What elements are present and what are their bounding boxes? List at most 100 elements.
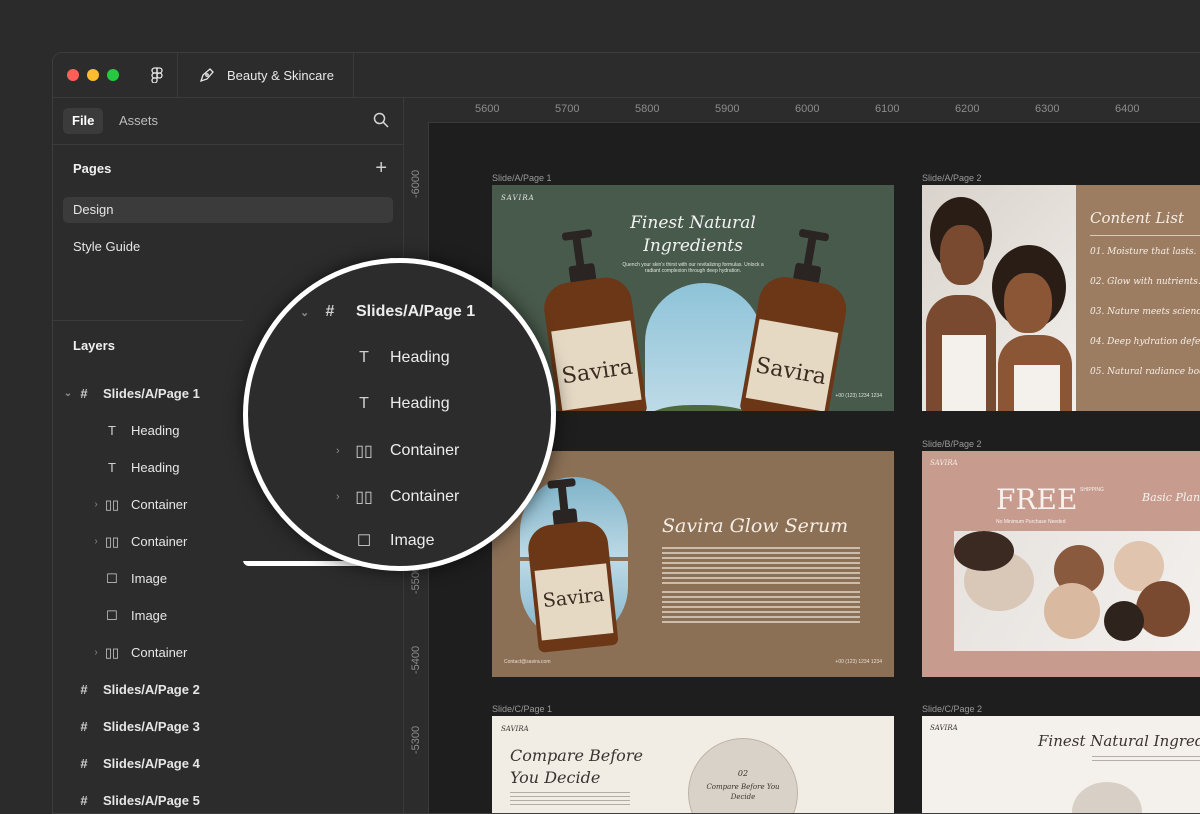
layer-item[interactable]: T Heading — [103, 456, 179, 480]
content-list-item: 05. Natural radiance boost. — [1090, 367, 1200, 377]
ruler-tick: -6000 — [410, 169, 422, 199]
layer-label: Slides/A/Page 4 — [103, 756, 200, 771]
container-icon: ▯▯ — [355, 489, 373, 506]
text-icon: T — [359, 395, 369, 412]
slide-brand: SAVIRA — [930, 724, 958, 732]
slide-title: Finest Natural Ingredients — [1038, 732, 1200, 750]
frame-icon: # — [80, 719, 88, 734]
layer-item[interactable]: T Heading — [103, 419, 179, 443]
slide-phone: +00 (123) 1234 1234 — [835, 659, 882, 665]
slide-b1[interactable]: Savira Savira Glow Serum Contact@savira.… — [492, 451, 894, 677]
ruler-tick: -5300 — [410, 725, 422, 755]
container-icon: ▯▯ — [104, 645, 120, 660]
page-item-style-guide[interactable]: Style Guide — [63, 234, 393, 260]
layer-label: Container — [131, 534, 188, 549]
layer-item[interactable]: # Slides/A/Page 3 — [61, 715, 200, 739]
slide-brand: SAVIRA — [930, 459, 958, 467]
layer-label: Slides/A/Page 3 — [103, 719, 200, 734]
zoom-layer-label: Heading — [390, 349, 450, 366]
image-icon: ☐ — [106, 608, 118, 623]
zoom-layer-label: Slides/A/Page 1 — [356, 303, 476, 320]
layer-item[interactable]: # Slides/A/Page 5 — [61, 789, 200, 813]
zoom-layer-label: Container — [390, 442, 460, 459]
layer-item[interactable]: › ▯▯ Container — [89, 493, 187, 517]
tab-assets[interactable]: Assets — [110, 108, 167, 134]
layer-item[interactable]: # Slides/A/Page 2 — [61, 678, 200, 702]
page-item-design[interactable]: Design — [63, 197, 393, 223]
slide-c2[interactable]: SAVIRA Finest Natural Ingredients — [922, 716, 1200, 813]
image-icon: ☐ — [356, 533, 372, 550]
ruler-tick: 6000 — [795, 103, 820, 115]
maximize-window-button[interactable] — [107, 69, 119, 81]
image-icon: ☐ — [106, 571, 118, 586]
chevron-down-icon: ⌄ — [300, 306, 310, 319]
file-tab[interactable]: Beauty & Skincare — [177, 53, 354, 97]
chevron-right-icon[interactable]: › — [89, 493, 103, 517]
layer-item[interactable]: ☐ Image — [103, 604, 167, 628]
slide-a2[interactable]: Content List 01. Moisture that lasts. 02… — [922, 185, 1200, 411]
plan-title: Basic Plan — [1142, 491, 1200, 504]
container-icon: ▯▯ — [355, 443, 373, 460]
layer-item[interactable]: › ▯▯ Container — [89, 641, 187, 665]
container-icon: ▯▯ — [104, 497, 120, 512]
slide-label: Slide/C/Page 2 — [922, 704, 983, 714]
search-icon[interactable] — [373, 112, 389, 133]
frame-icon: # — [325, 303, 335, 320]
zoom-layer: › ▯▯ Container — [336, 441, 459, 461]
minimize-window-button[interactable] — [87, 69, 99, 81]
layer-item[interactable]: ⌄ # Slides/A/Page 1 — [61, 382, 200, 406]
slide-c1[interactable]: SAVIRA Compare Before You Decide 02 Comp… — [492, 716, 894, 813]
content-list-item: 02. Glow with nutrients. — [1090, 277, 1200, 287]
slide-title: Finest Natural — [630, 213, 756, 233]
ruler-tick: 5800 — [635, 103, 660, 115]
slide-brand: SAVIRA — [501, 194, 535, 202]
layer-label: Slides/A/Page 5 — [103, 793, 200, 808]
slide-label: Slide/C/Page 1 — [492, 704, 553, 714]
pen-tool-icon — [199, 67, 215, 83]
layer-magnifier: ⌄ # Slides/A/Page 1 T Heading T Heading … — [243, 258, 556, 571]
chevron-right-icon[interactable]: › — [89, 641, 103, 665]
figma-logo-icon[interactable] — [137, 53, 178, 97]
pages-heading: Pages — [73, 161, 112, 176]
free-heading: FREE — [996, 483, 1078, 516]
chevron-right-icon: › — [336, 491, 340, 503]
chevron-right-icon[interactable]: › — [89, 530, 103, 554]
layer-label: Image — [131, 608, 168, 623]
slide-phone: +00 (123) 1234 1234 — [835, 393, 882, 399]
slide-brand: SAVIRA — [501, 725, 529, 733]
layer-item[interactable]: ☐ Image — [103, 567, 167, 591]
layer-item[interactable]: # Slides/A/Page 4 — [61, 752, 200, 776]
chevron-down-icon[interactable]: ⌄ — [61, 382, 75, 406]
zoom-layer-label: Heading — [390, 395, 450, 412]
layer-label: Image — [131, 571, 168, 586]
body-text-placeholder — [662, 591, 860, 623]
slide-b2[interactable]: SAVIRA FREE SHIPPING Basic Plan No Minim… — [922, 451, 1200, 677]
frame-icon: # — [80, 682, 88, 697]
ruler-tick: 6100 — [875, 103, 900, 115]
add-page-icon[interactable]: + — [375, 158, 387, 178]
slide-a1[interactable]: SAVIRA Finest Natural Ingredients Quench… — [492, 185, 894, 411]
frame-icon: # — [80, 386, 88, 401]
circle-text: Compare Before You — [706, 783, 780, 791]
body-text-placeholder — [662, 547, 860, 587]
layer-item[interactable]: › ▯▯ Container — [89, 530, 187, 554]
layer-label: Slides/A/Page 2 — [103, 682, 200, 697]
close-window-button[interactable] — [67, 69, 79, 81]
layer-label: Heading — [131, 460, 180, 475]
slide-email: Contact@savira.com — [504, 659, 551, 665]
ruler-tick: -5400 — [410, 645, 422, 675]
slide-subtitle: Quench your skin's thirst with our revit… — [622, 262, 764, 274]
zoom-layer: ☐ Image — [352, 531, 435, 551]
ruler-tick: 6300 — [1035, 103, 1060, 115]
group-photo — [954, 531, 1200, 651]
tab-file[interactable]: File — [63, 108, 104, 134]
zoom-layer-label: Image — [390, 532, 435, 549]
frame-icon: # — [80, 793, 88, 808]
body-text-placeholder — [510, 792, 630, 806]
slide-label: Slide/B/Page 2 — [922, 439, 982, 449]
text-icon: T — [359, 349, 369, 366]
zoom-layer-label: Container — [390, 488, 460, 505]
slide-label: Slide/A/Page 1 — [492, 173, 552, 183]
compare-circle: 02 Compare Before You Decide — [688, 738, 798, 813]
layer-label: Slides/A/Page 1 — [103, 386, 200, 401]
